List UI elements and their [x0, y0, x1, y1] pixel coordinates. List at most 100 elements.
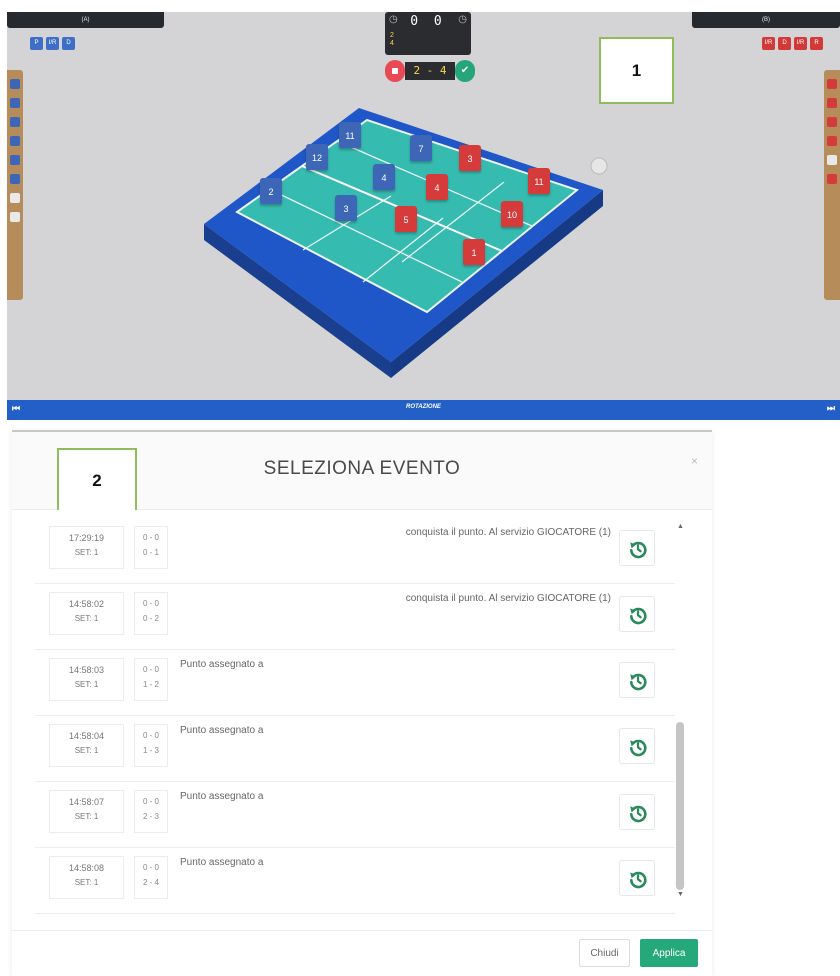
bench-shirt-icon[interactable] [10, 155, 20, 165]
chip-right-3[interactable]: I/R [794, 37, 807, 50]
chip-left-1[interactable]: P [30, 37, 43, 50]
player-shirt-blue[interactable]: 7 [410, 135, 432, 161]
undo-event-button[interactable] [619, 860, 655, 896]
undo-event-button[interactable] [619, 662, 655, 698]
scrollbar[interactable]: ▲ ▼ [675, 518, 685, 898]
team-left-label: (A) [81, 17, 90, 23]
event-set: SET: 1 [74, 812, 99, 821]
event-time: 14:58:07 [68, 797, 105, 807]
history-undo-icon [630, 739, 647, 757]
player-number: 2 [268, 187, 274, 197]
bench-shirt-icon[interactable] [827, 155, 837, 165]
scoreboard-sets: 2 4 [390, 32, 394, 48]
event-points-score: 2 - 3 [142, 812, 159, 821]
scoreboard: ◷ 0 0 ◷ 2 4 [385, 12, 471, 55]
player-number: 4 [434, 183, 440, 193]
bench-shirt-icon[interactable] [827, 174, 837, 184]
bench-shirt-icon[interactable] [827, 117, 837, 127]
chip-left-2[interactable]: I/R [46, 37, 59, 50]
undo-event-button[interactable] [619, 596, 655, 632]
player-shirt-red[interactable]: 4 [426, 174, 448, 200]
left-team-chips: P I/R D [30, 37, 75, 50]
team-left-bar: (A) [7, 12, 164, 28]
event-time-box: 14:58:02 SET: 1 [49, 592, 124, 635]
event-sets-score: 0 - 0 [142, 533, 159, 542]
player-number: 5 [403, 215, 409, 225]
event-time: 17:29:19 [68, 533, 105, 543]
event-score-box: 0 - 0 2 - 3 [134, 790, 168, 833]
player-shirt-red[interactable]: 11 [528, 168, 550, 194]
team-right-bar: (B) [692, 12, 840, 28]
callout-label-2: 2 [57, 448, 137, 510]
bench-shirt-icon[interactable] [10, 174, 20, 184]
player-shirt-blue[interactable]: 2 [260, 178, 282, 204]
skip-forward-icon[interactable]: ⏭ [827, 403, 835, 414]
bench-shirt-icon[interactable] [827, 79, 837, 89]
cancel-score-button[interactable] [385, 60, 405, 82]
player-shirt-red[interactable]: 1 [463, 239, 485, 265]
player-number: 4 [381, 173, 387, 183]
apply-button[interactable]: Applica [640, 939, 698, 967]
player-shirt-blue[interactable]: 4 [373, 164, 395, 190]
right-team-chips: I/R D I/R R [762, 37, 823, 50]
event-row[interactable]: 14:58:07 SET: 1 0 - 0 2 - 3 Punto assegnato … [35, 782, 675, 848]
event-description: Punto assegnato a [180, 659, 264, 670]
scoreboard-set-1: 2 [390, 32, 394, 39]
bench-shirt-icon[interactable] [827, 136, 837, 146]
undo-event-button[interactable] [619, 530, 655, 566]
player-number: 3 [467, 154, 473, 164]
event-sets-score: 0 - 0 [142, 863, 159, 872]
scroll-up-icon[interactable]: ▲ [677, 523, 684, 530]
player-number: 11 [534, 177, 544, 187]
callout-label-1: 1 [599, 37, 674, 104]
event-score-box: 0 - 0 0 - 2 [134, 592, 168, 635]
undo-event-button[interactable] [619, 728, 655, 764]
event-sets-score: 0 - 0 [142, 665, 159, 674]
event-score-box: 0 - 0 0 - 1 [134, 526, 168, 569]
event-time: 14:58:02 [68, 599, 105, 609]
close-button[interactable]: Chiudi [579, 939, 630, 967]
event-time-box: 14:58:08 SET: 1 [49, 856, 124, 899]
bench-shirt-icon[interactable] [10, 136, 20, 146]
event-row[interactable]: 17:29:19 SET: 1 0 - 0 0 - 1 conquista il pun… [35, 518, 675, 584]
chip-right-2[interactable]: D [778, 37, 791, 50]
event-description: conquista il punto. Al servizio GIOCATOR… [405, 593, 611, 604]
bench-shirt-icon[interactable] [10, 212, 20, 222]
player-shirt-blue[interactable]: 11 [339, 122, 361, 148]
player-shirt-red[interactable]: 3 [459, 145, 481, 171]
undo-event-button[interactable] [619, 794, 655, 830]
player-number: 3 [343, 204, 349, 214]
bench-shirt-icon[interactable] [827, 98, 837, 108]
player-shirt-red[interactable]: 10 [501, 201, 523, 227]
timer-right-icon[interactable]: ◷ [458, 14, 467, 25]
chip-left-3[interactable]: D [62, 37, 75, 50]
event-sets-score: 0 - 0 [142, 731, 159, 740]
event-description: Punto assegnato a [180, 725, 264, 736]
rotation-bar[interactable]: ⏮ ROTAZIONE ⏭ [7, 400, 840, 420]
event-row[interactable]: 14:58:04 SET: 1 0 - 0 1 - 3 Punto assegnato … [35, 716, 675, 782]
event-row[interactable]: 14:58:08 SET: 1 0 - 0 2 - 4 Punto assegnato … [35, 848, 675, 914]
bench-shirt-icon[interactable] [10, 79, 20, 89]
event-row[interactable]: 14:58:03 SET: 1 0 - 0 1 - 2 Punto assegnato … [35, 650, 675, 716]
bench-shirt-icon[interactable] [10, 193, 20, 203]
player-shirt-blue[interactable]: 3 [335, 195, 357, 221]
player-shirt-blue[interactable]: 12 [306, 144, 328, 170]
confirm-score-button[interactable]: ✔ [455, 60, 475, 82]
chip-right-1[interactable]: I/R [762, 37, 775, 50]
close-icon[interactable]: × [691, 454, 698, 468]
event-time-box: 14:58:07 SET: 1 [49, 790, 124, 833]
event-score-box: 0 - 0 1 - 2 [134, 658, 168, 701]
chip-right-4[interactable]: R [810, 37, 823, 50]
scroll-down-icon[interactable]: ▼ [677, 891, 684, 898]
bench-shirt-icon[interactable] [10, 117, 20, 127]
event-time-box: 17:29:19 SET: 1 [49, 526, 124, 569]
bench-shirt-icon[interactable] [10, 98, 20, 108]
player-shirt-red[interactable]: 5 [395, 206, 417, 232]
event-description: conquista il punto. Al servizio GIOCATOR… [405, 527, 611, 538]
event-row[interactable]: 14:58:02 SET: 1 0 - 0 0 - 2 conquista il pun… [35, 584, 675, 650]
player-number: 1 [471, 248, 477, 258]
player-number: 10 [506, 210, 517, 220]
event-points-score: 1 - 2 [142, 680, 159, 689]
score-edit-display: 2 - 4 [405, 62, 455, 80]
scrollbar-thumb[interactable] [676, 722, 684, 890]
